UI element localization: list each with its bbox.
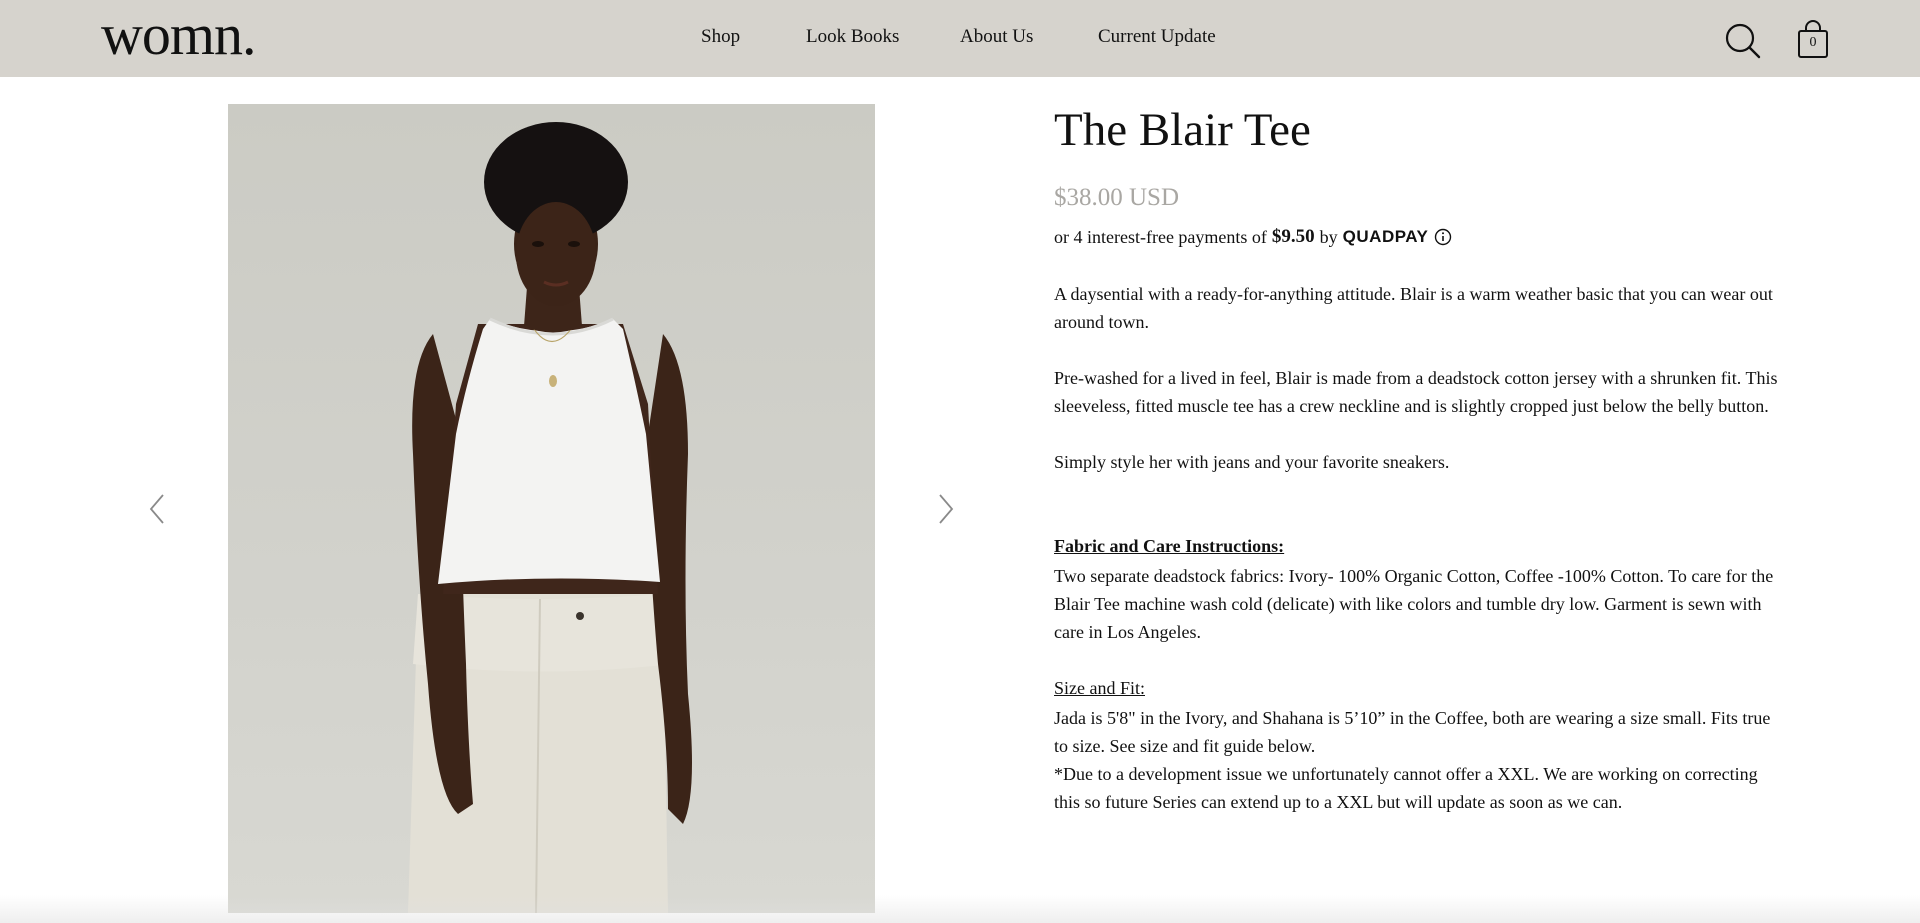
size-fit-heading: Size and Fit:: [1054, 678, 1145, 698]
product-price: $38.00 USD: [1054, 184, 1180, 211]
search-icon: [1725, 23, 1761, 59]
chevron-left-icon: [149, 494, 164, 524]
product-photo[interactable]: [228, 104, 875, 913]
product-description-2: Pre-washed for a lived in feel, Blair is…: [1054, 368, 1778, 416]
product-info: The Blair Tee $38.00 USD or 4 interest-f…: [1054, 104, 1784, 816]
size-fit-text: Jada is 5'8" in the Ivory, and Shahana i…: [1054, 708, 1771, 756]
site-header: womn. Shop Look Books About Us Current U…: [0, 0, 1920, 77]
quadpay-logo[interactable]: QUADPAY: [1343, 224, 1429, 250]
nav-look-books[interactable]: Look Books: [806, 26, 899, 48]
nav-current-update[interactable]: Current Update: [1098, 26, 1216, 48]
installment-prefix: or 4 interest-free payments of: [1054, 227, 1267, 247]
nav-shop[interactable]: Shop: [701, 26, 740, 48]
nav-about-us[interactable]: About Us: [960, 26, 1033, 48]
search-button[interactable]: [1724, 22, 1762, 60]
cart-count: 0: [1809, 35, 1817, 50]
cart-button[interactable]: 0: [1797, 20, 1829, 60]
installment-info: or 4 interest-free payments of $9.50 by …: [1054, 224, 1784, 250]
model-illustration: [408, 122, 692, 913]
product-description-1: A daysential with a ready-for-anything a…: [1054, 284, 1773, 332]
info-icon[interactable]: [1434, 228, 1452, 246]
fabric-care-text: Two separate deadstock fabrics: Ivory- 1…: [1054, 566, 1774, 642]
installment-amount: $9.50: [1271, 226, 1315, 247]
main-nav: Shop Look Books About Us Current Update: [0, 26, 1920, 52]
fabric-care-heading: Fabric and Care Instructions:: [1054, 536, 1285, 556]
gallery-prev-button[interactable]: [145, 491, 169, 527]
chevron-right-icon: [939, 494, 954, 524]
size-fit-note: *Due to a development issue we unfortuna…: [1054, 764, 1758, 812]
installment-by: by: [1319, 227, 1338, 247]
product-title: The Blair Tee: [1054, 104, 1311, 156]
gallery-next-button[interactable]: [934, 491, 958, 527]
product-description-3: Simply style her with jeans and your fav…: [1054, 452, 1450, 472]
